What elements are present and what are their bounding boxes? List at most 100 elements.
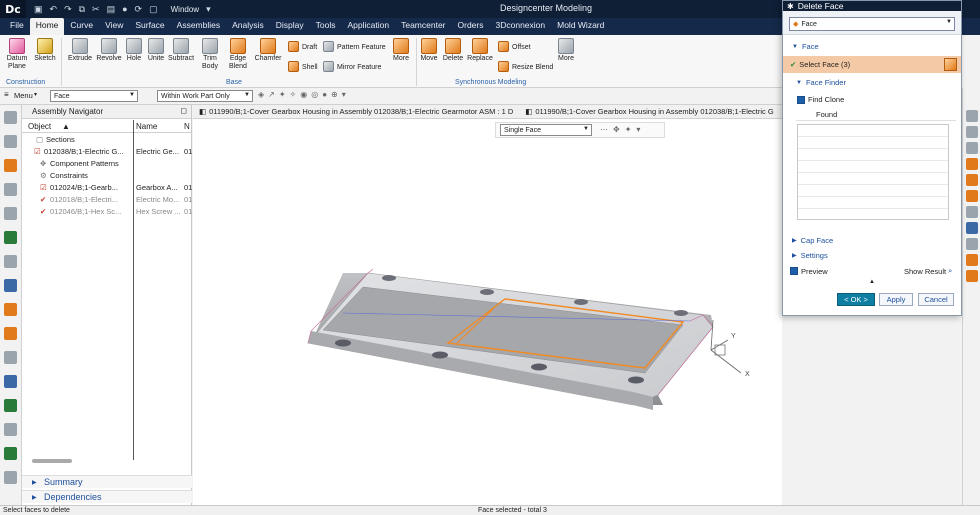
column-object[interactable]: Object <box>28 122 51 131</box>
tree-row[interactable]: ✔ 012018/B;1-Electri... Electric Mo... 01 <box>22 194 192 206</box>
face-rule-select[interactable]: Single Face ▼ <box>500 124 592 136</box>
copy-icon[interactable]: ⧉ <box>79 4 85 15</box>
hole-button[interactable]: Hole <box>124 38 144 63</box>
web-icon[interactable] <box>4 375 17 388</box>
paste-icon[interactable]: ▤ <box>107 4 116 15</box>
cut-icon[interactable]: ✂ <box>92 4 100 15</box>
select-face-icon[interactable] <box>944 58 957 71</box>
component-icon[interactable]: ✔ <box>40 207 46 216</box>
horizontal-scrollbar[interactable] <box>32 459 72 463</box>
menu-item-assemblies[interactable]: Assemblies <box>171 18 226 35</box>
tree-row[interactable]: ✥ Component Patterns <box>22 158 192 170</box>
tree-row[interactable]: ⚙ Constraints <box>22 170 192 182</box>
tag-icon[interactable] <box>966 254 978 266</box>
menu-button[interactable]: Menu <box>14 91 33 100</box>
column-name[interactable]: Name <box>136 122 157 131</box>
triangle-icon[interactable] <box>4 447 17 460</box>
history-icon[interactable] <box>966 110 978 122</box>
cap-face-header[interactable]: ▶ Cap Face <box>783 235 961 246</box>
menu-item-3dconnexion[interactable]: 3Dconnexion <box>490 18 552 35</box>
draft-button[interactable]: Draft <box>288 41 317 53</box>
grid-icon[interactable] <box>4 471 17 484</box>
reuse-icon[interactable] <box>4 207 17 220</box>
body-icon[interactable] <box>966 174 978 186</box>
tab-cover-gearbox-1[interactable]: ◧ 011990/B;1-Cover Gearbox Housing in Ass… <box>193 107 519 116</box>
system-icon[interactable] <box>4 351 17 364</box>
checkbox-icon[interactable] <box>797 95 805 104</box>
unite-button[interactable]: Unite <box>145 38 167 63</box>
sketch-button[interactable]: Sketch <box>32 38 58 63</box>
tree-row[interactable]: ☑ 012038/B;1-Electric G... Electric Ge... 0… <box>22 146 192 158</box>
snap-icons[interactable]: ◈↗✦✧◉◎●⊕▾ <box>258 90 350 99</box>
shell-button[interactable]: Shell <box>288 61 318 73</box>
menu-item-orders[interactable]: Orders <box>452 18 490 35</box>
cancel-button[interactable]: Cancel <box>918 293 954 306</box>
select-face-row[interactable]: ✔ Select Face (3) <box>783 56 961 73</box>
cover-gearbox-housing-model[interactable] <box>307 268 714 410</box>
mirror-feature-button[interactable]: Mirror Feature <box>323 61 381 73</box>
teamcenter-icon[interactable] <box>4 399 17 412</box>
type-filter-select[interactable]: Face ▼ <box>50 90 138 102</box>
resize-blend-button[interactable]: Resize Blend <box>498 61 553 73</box>
extrude-button[interactable]: Extrude <box>66 38 94 63</box>
graphics-window[interactable]: X Y <box>193 105 782 505</box>
history-icon[interactable] <box>4 231 17 244</box>
repeat-icon[interactable]: ⟳ <box>135 4 143 15</box>
find-clone-option[interactable]: Find Clone <box>783 94 961 105</box>
apply-button[interactable]: Apply <box>879 293 913 306</box>
menu-item-application[interactable]: Application <box>342 18 396 35</box>
menu-item-tools[interactable]: Tools <box>310 18 342 35</box>
found-tab[interactable]: Found <box>796 109 956 121</box>
model-view[interactable]: X Y <box>193 105 782 505</box>
revolve-button[interactable]: Revolve <box>95 38 123 63</box>
menu-item-file[interactable]: File <box>4 18 30 35</box>
window-menu[interactable]: Window <box>171 5 199 14</box>
menu-item-home[interactable]: Home <box>29 18 65 35</box>
window-icon[interactable]: ▢ <box>149 4 158 15</box>
undo-icon[interactable]: ↶ <box>50 4 58 15</box>
analysis-icon[interactable] <box>966 222 978 234</box>
settings-icon[interactable] <box>4 111 17 124</box>
pattern-icon[interactable]: ✥ <box>40 159 46 168</box>
tree-row[interactable]: ☑ 012024/B;1-Gearb... Gearbox A... 01 <box>22 182 192 194</box>
clock-icon[interactable] <box>4 423 17 436</box>
render-icon[interactable] <box>4 327 17 340</box>
assembly-icon[interactable] <box>966 142 978 154</box>
camera-icon[interactable] <box>966 238 978 250</box>
redo-icon[interactable]: ↷ <box>64 4 72 15</box>
delete-type-select[interactable]: ◆ Face ▼ <box>789 17 955 31</box>
datum-plane-button[interactable]: Datum Plane <box>4 38 30 71</box>
scope-select[interactable]: Within Work Part Only ▼ <box>157 90 253 102</box>
face-finder-header[interactable]: ▼ Face Finder <box>783 77 961 88</box>
found-list[interactable] <box>797 124 949 220</box>
tree-row[interactable]: ✔ 012046/B;1-Hex Sc... Hex Screw ... 01 <box>22 206 192 218</box>
checkbox-icon[interactable] <box>790 267 798 275</box>
more-sync-button[interactable]: More <box>554 38 578 63</box>
blend-icon[interactable] <box>966 190 978 202</box>
layer-icon[interactable] <box>4 183 17 196</box>
component-icon[interactable]: ☑ <box>40 183 47 192</box>
collapse-icon[interactable]: ▲ <box>869 279 875 285</box>
palette-icon[interactable] <box>4 303 17 316</box>
offset-button[interactable]: Offset <box>498 41 531 53</box>
gear-icon[interactable]: ✱ <box>787 2 794 11</box>
folder-icon[interactable]: ▢ <box>36 135 43 144</box>
constraint-icon[interactable]: ⚙ <box>40 171 47 180</box>
tab-cover-gearbox-2[interactable]: ◧ 011990/B;1-Cover Gearbox Housing in Ass… <box>519 107 779 116</box>
dependencies-panel[interactable]: ▶ Dependencies <box>22 490 192 503</box>
part-icon[interactable] <box>966 126 978 138</box>
show-result-button[interactable]: Show Result ⌕ <box>895 265 961 277</box>
summary-panel[interactable]: ▶ Summary <box>22 475 192 488</box>
measure-icon[interactable] <box>966 206 978 218</box>
component-icon[interactable]: ✔ <box>40 195 46 204</box>
move-button[interactable]: Move <box>418 38 440 63</box>
menu-item-mold-wizard[interactable]: Mold Wizard <box>551 18 610 35</box>
assembly-icon[interactable] <box>4 159 17 172</box>
delete-face-button[interactable]: Delete <box>441 38 465 63</box>
part-icon[interactable] <box>4 135 17 148</box>
replace-button[interactable]: Replace <box>466 38 494 63</box>
mic-icon[interactable]: ● <box>122 4 127 14</box>
close-icon[interactable]: ◻ <box>180 106 187 115</box>
settings-header[interactable]: ▶ Settings <box>783 250 961 261</box>
face-section-header[interactable]: ▼ Face <box>783 41 961 52</box>
